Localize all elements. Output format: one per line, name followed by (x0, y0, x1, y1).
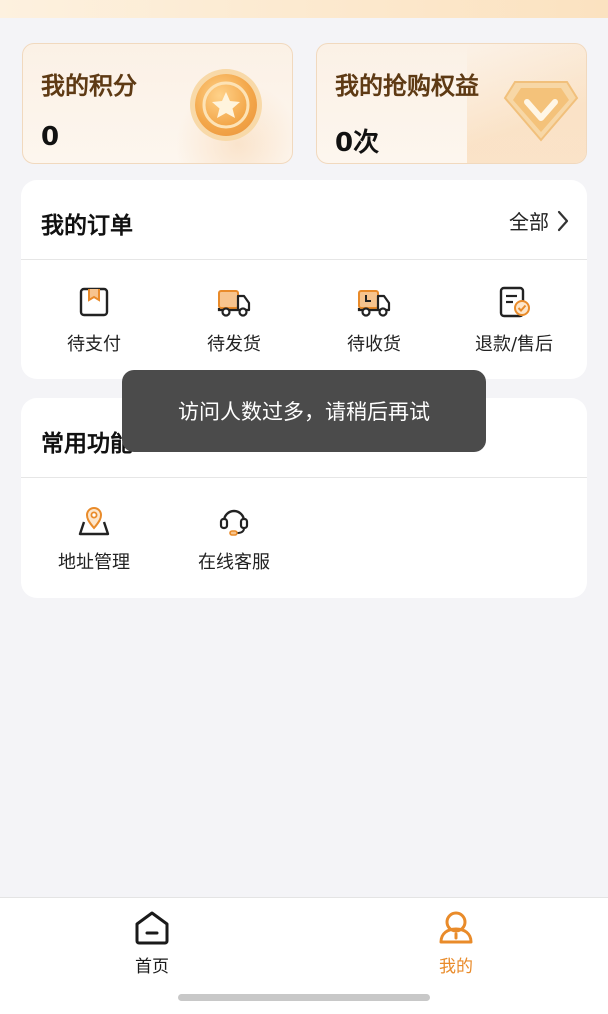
view-all-label: 全部 (509, 210, 549, 234)
points-value: 0 (41, 122, 60, 152)
pending-payment-icon (79, 287, 109, 317)
toast-text: 访问人数过多，请稍后再试 (178, 400, 430, 424)
common-functions-title: 常用功能 (41, 431, 133, 457)
tab-profile[interactable]: 我的 (396, 908, 516, 978)
order-pending-payment[interactable]: 待支付 (24, 284, 164, 364)
section-divider (21, 259, 587, 260)
chevron-right-icon (557, 210, 569, 231)
order-pending-shipment[interactable]: 待发货 (164, 284, 304, 364)
coin-star-icon (195, 74, 257, 136)
tab-home-label: 首页 (135, 957, 169, 977)
delivery-clock-icon (357, 290, 391, 317)
order-refund-aftersale-label: 退款/售后 (474, 334, 554, 355)
address-management-label: 地址管理 (58, 552, 130, 573)
purchase-rights-title: 我的抢购权益 (335, 72, 479, 100)
diamond-badge-icon (503, 81, 579, 142)
tab-home[interactable]: 首页 (92, 908, 212, 978)
refund-icon (499, 286, 530, 318)
order-pending-receipt[interactable]: 待收货 (304, 284, 444, 364)
view-all-orders-link[interactable]: 全部 (509, 206, 569, 235)
online-customer-service[interactable]: 在线客服 (164, 502, 304, 582)
headset-icon (219, 509, 249, 536)
address-management[interactable]: 地址管理 (24, 502, 164, 582)
bottom-tab-bar: 首页 我的 (0, 897, 608, 1014)
order-pending-payment-label: 待支付 (67, 334, 121, 355)
section-divider (21, 477, 587, 478)
tab-profile-label: 我的 (439, 957, 473, 977)
order-pending-shipment-label: 待发货 (207, 334, 261, 355)
truck-icon (217, 290, 251, 317)
home-icon (135, 911, 169, 945)
orders-section: 我的订单 全部 待支付 待发货 待收货 退款/售后 (21, 180, 587, 379)
header-gradient-strip (0, 0, 608, 18)
purchase-rights-card[interactable]: 我的抢购权益 0次 (316, 43, 587, 164)
purchase-rights-value: 0次 (335, 128, 380, 158)
home-indicator[interactable] (178, 994, 430, 1001)
order-pending-receipt-label: 待收货 (347, 334, 401, 355)
profile-icon (439, 911, 473, 944)
orders-title: 我的订单 (41, 213, 133, 239)
toast-message: 访问人数过多，请稍后再试 (122, 370, 486, 452)
points-card[interactable]: 我的积分 0 (22, 43, 293, 164)
points-title: 我的积分 (41, 72, 137, 100)
order-refund-aftersale[interactable]: 退款/售后 (444, 284, 584, 364)
online-customer-service-label: 在线客服 (198, 552, 270, 573)
location-pin-icon (78, 507, 110, 536)
